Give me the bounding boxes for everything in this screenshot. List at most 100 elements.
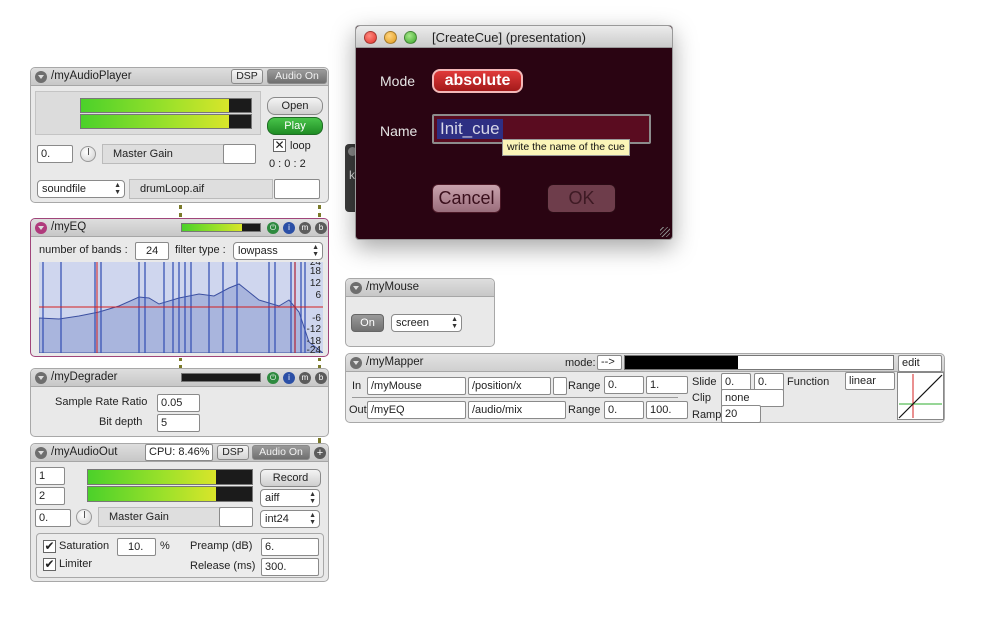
channel-2-input[interactable]: 2	[35, 487, 65, 505]
in-range-label: Range	[568, 380, 601, 392]
name-label: Name	[380, 123, 418, 139]
on-button[interactable]: On	[351, 314, 384, 332]
collapse-icon[interactable]	[35, 372, 47, 384]
percent-label: %	[160, 540, 170, 552]
out-address-input[interactable]: /myEQ	[367, 401, 466, 419]
module-header: /myMouse	[346, 279, 494, 297]
db-tick: 12	[310, 278, 322, 289]
eq-spectrum-display[interactable]: 24 18 12 6 -6 -12 -18 -24	[39, 262, 323, 353]
mapper-progress	[624, 355, 894, 370]
add-icon[interactable]: +	[314, 447, 326, 459]
degrader-level-meter	[181, 373, 261, 382]
bypass-button[interactable]: b	[315, 222, 327, 234]
gain-input[interactable]: 0.	[35, 509, 71, 527]
audio-out-module: /myAudioOut CPU: 8.46% DSP Audio On + 1 …	[30, 443, 329, 582]
clip-label: Clip	[692, 392, 711, 404]
audio-on-button[interactable]: Audio On	[252, 445, 310, 460]
collapse-icon[interactable]	[350, 282, 362, 294]
level-meter-fill	[81, 115, 229, 128]
collapse-icon[interactable]	[35, 71, 47, 83]
module-title: /myEQ	[51, 221, 87, 233]
saturation-input[interactable]: 10.	[117, 538, 156, 556]
ok-button[interactable]: OK	[547, 184, 616, 213]
resize-grip-icon[interactable]	[660, 227, 670, 237]
level-meter-fill	[88, 470, 216, 484]
minimize-icon[interactable]	[384, 31, 397, 44]
info-icon[interactable]: i	[283, 372, 295, 384]
out-param-input[interactable]: /audio/mix	[468, 401, 566, 419]
loop-checkbox[interactable]: ✕	[273, 139, 286, 152]
gain-label: Master Gain	[102, 144, 224, 164]
play-button[interactable]: Play	[267, 117, 323, 135]
collapse-icon[interactable]	[35, 222, 47, 234]
bit-depth-select[interactable]: int24 ▲ ▼	[260, 510, 320, 528]
saturation-checkbox[interactable]: ✔	[43, 540, 56, 553]
info-icon[interactable]: i	[283, 222, 295, 234]
source-select[interactable]: soundfile ▲ ▼	[37, 180, 125, 198]
loop-label: loop	[290, 140, 311, 152]
function-label: Function	[787, 376, 830, 388]
file-name: drumLoop.aif	[129, 179, 273, 199]
mute-button[interactable]: m	[299, 372, 311, 384]
power-icon[interactable]: ⏻	[267, 372, 279, 384]
gain-knob[interactable]	[80, 146, 96, 162]
function-select[interactable]: linear	[845, 372, 895, 390]
time-display: 0 : 0 : 2	[269, 158, 306, 170]
in-param-input[interactable]: /position/x	[468, 377, 551, 395]
out-range-min-input[interactable]: 0.	[604, 401, 644, 419]
module-title: /myMouse	[366, 281, 420, 293]
preamp-input[interactable]: 6.	[261, 538, 319, 556]
gain-input[interactable]: 0.	[37, 145, 73, 163]
channel-1-input[interactable]: 1	[35, 467, 65, 485]
select-arrows-icon: ▲ ▼	[309, 491, 316, 505]
mode-button[interactable]: absolute	[432, 69, 523, 93]
in-range-max-input[interactable]: 1.	[646, 376, 688, 394]
gain-knob[interactable]	[76, 509, 92, 525]
release-label: Release (ms)	[190, 560, 256, 572]
mouse-source-select[interactable]: screen ▲ ▼	[391, 314, 462, 332]
level-meter-right	[80, 114, 252, 129]
mapper-mode-input[interactable]: -->	[597, 355, 622, 370]
dsp-button[interactable]: DSP	[217, 445, 249, 460]
select-arrows-icon: ▲ ▼	[451, 316, 458, 330]
gain-display	[223, 144, 256, 164]
db-tick: -6	[312, 313, 321, 324]
filter-type-select[interactable]: lowpass ▲ ▼	[233, 242, 323, 260]
module-title: /myDegrader	[51, 371, 118, 383]
format-select[interactable]: aiff ▲ ▼	[260, 489, 320, 507]
open-button[interactable]: Open	[267, 97, 323, 115]
select-arrows-icon: ▲ ▼	[309, 512, 316, 526]
limiter-checkbox[interactable]: ✔	[43, 558, 56, 571]
in-range-min-input[interactable]: 0.	[604, 376, 644, 394]
bypass-button[interactable]: b	[315, 372, 327, 384]
out-range-max-input[interactable]: 100.	[646, 401, 688, 419]
create-cue-dialog: [CreateCue] (presentation) Mode absolute…	[355, 25, 673, 240]
cancel-button[interactable]: Cancel	[432, 184, 501, 213]
eq-level-meter	[181, 223, 261, 232]
module-header: /myMapper mode: --> edit	[346, 354, 944, 372]
collapse-icon[interactable]	[35, 447, 47, 459]
in-address-input[interactable]: /myMouse	[367, 377, 466, 395]
release-input[interactable]: 300.	[261, 558, 319, 576]
edit-button[interactable]: edit	[898, 355, 942, 372]
db-tick: 18	[310, 266, 322, 277]
patch-cord	[179, 205, 182, 217]
record-button[interactable]: Record	[260, 469, 321, 487]
bit-depth-input[interactable]: 5	[157, 414, 200, 432]
bands-input[interactable]: 24	[135, 242, 169, 260]
power-icon[interactable]: ⏻	[267, 222, 279, 234]
dsp-button[interactable]: DSP	[231, 69, 263, 84]
audio-on-button[interactable]: Audio On	[267, 69, 327, 84]
ramp-label: Ramp	[692, 409, 722, 421]
format-select-value: aiff	[265, 492, 280, 504]
mute-button[interactable]: m	[299, 222, 311, 234]
collapse-icon[interactable]	[350, 357, 362, 369]
in-extra-input[interactable]	[553, 377, 567, 395]
close-icon[interactable]	[364, 31, 377, 44]
db-tick: -12	[307, 324, 322, 335]
bit-depth-select-value: int24	[265, 513, 289, 525]
sample-rate-ratio-input[interactable]: 0.05	[157, 394, 200, 412]
ramp-input[interactable]: 20	[721, 405, 761, 423]
gain-label: Master Gain	[98, 507, 222, 527]
zoom-icon[interactable]	[404, 31, 417, 44]
